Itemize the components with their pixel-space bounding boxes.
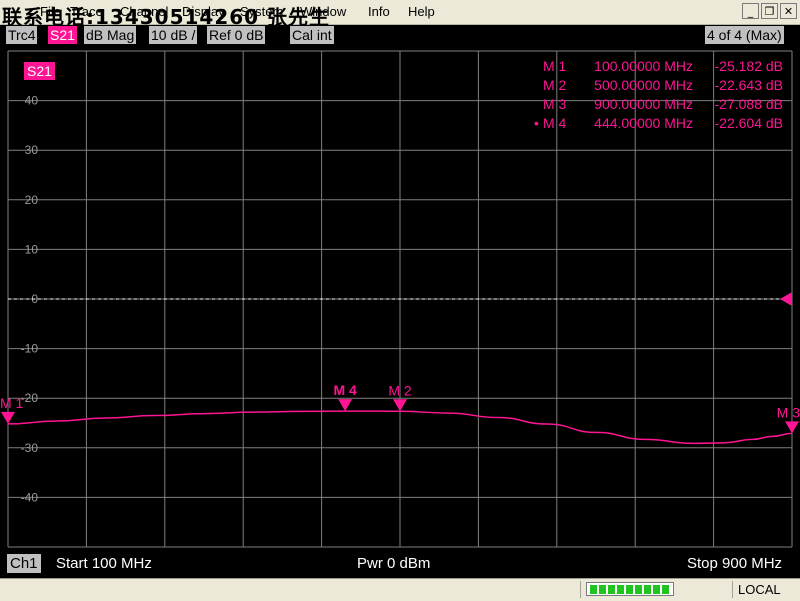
y-tick-label: -10 — [21, 342, 39, 356]
progress-segment — [599, 584, 606, 594]
marker-table-name: M 2 — [543, 77, 567, 93]
marker-table-value: -25.182 dB — [715, 58, 784, 74]
marker-table-value: -22.604 dB — [715, 115, 784, 131]
progress-segment — [644, 584, 651, 594]
progress-segment — [626, 584, 633, 594]
progress-segment — [662, 584, 669, 594]
status-divider — [580, 581, 581, 598]
marker-table-frequency: 900.00000 MHz — [594, 96, 693, 112]
marker-table-value: -22.643 dB — [715, 77, 784, 93]
marker-table-name: M 3 — [543, 96, 567, 112]
progress-segment — [590, 584, 597, 594]
menu-bar: File Trace Channel Display System Window… — [0, 0, 800, 29]
y-tick-label: -40 — [21, 490, 39, 504]
trace-reference[interactable]: Ref 0 dB — [207, 26, 266, 44]
marker-table: M 1 100.00000 MHz -25.182 dB M 2 500.00000 M… — [534, 58, 783, 131]
status-bar: LOCAL — [0, 578, 800, 601]
trace-plot: 403020100-10-20-30-40 S21 M 1M 2M 3M 4 M… — [0, 50, 800, 548]
trace-parameter[interactable]: S21 — [48, 26, 77, 44]
marker-label: M 3 — [777, 404, 800, 420]
marker-table-frequency: 500.00000 MHz — [594, 77, 693, 93]
progress-segment — [635, 584, 642, 594]
progress-segment — [617, 584, 624, 594]
y-tick-label: 20 — [25, 193, 39, 207]
trace-format[interactable]: dB Mag — [84, 26, 137, 44]
marker-table-frequency: 100.00000 MHz — [594, 58, 693, 74]
marker-label: M 1 — [0, 395, 24, 411]
y-tick-label: -30 — [21, 441, 39, 455]
window-controls: _ ❐ ✕ — [742, 3, 797, 19]
cal-status[interactable]: Cal int — [290, 26, 334, 44]
marker-table-name: M 1 — [543, 58, 567, 74]
progress-indicator — [586, 582, 674, 596]
trace-header: Trc4 S21 dB Mag 10 dB / Ref 0 dB Cal int… — [0, 25, 800, 45]
start-frequency[interactable]: Start 100 MHz — [56, 555, 152, 572]
window-count: 4 of 4 (Max) — [705, 26, 784, 44]
progress-segment — [608, 584, 615, 594]
marker-label: M 2 — [388, 382, 412, 398]
marker-triangle — [785, 421, 799, 434]
reference-level-arrow — [780, 292, 792, 306]
channel-label[interactable]: Ch1 — [7, 554, 41, 573]
trace-scale[interactable]: 10 dB / — [149, 26, 198, 44]
trace-name[interactable]: Trc4 — [6, 26, 38, 44]
marker-label: M 4 — [333, 382, 357, 398]
y-tick-label: 40 — [25, 94, 39, 108]
status-divider — [732, 581, 733, 598]
y-tick-label: 30 — [25, 143, 39, 157]
param-tag: S21 — [24, 62, 55, 80]
marker-table-name: M 4 — [543, 115, 567, 131]
chart-area: 40 30 20 10 0 -10 -20 -30 -40 S21 M 1M 2M 3M 4 M… — [0, 46, 800, 550]
active-marker-dot: • — [534, 115, 539, 131]
param-tag-label: S21 — [27, 63, 52, 79]
remote-mode-status: LOCAL — [738, 582, 781, 597]
menu-help[interactable]: Help — [408, 4, 435, 19]
power-level[interactable]: Pwr 0 dBm — [357, 555, 430, 572]
channel-footer: Ch1 Start 100 MHz Pwr 0 dBm Stop 900 MHz — [0, 550, 800, 578]
close-button[interactable]: ✕ — [780, 3, 797, 19]
progress-segment — [653, 584, 660, 594]
marker-triangle — [338, 399, 353, 412]
restore-button[interactable]: ❐ — [761, 3, 778, 19]
stop-frequency[interactable]: Stop 900 MHz — [687, 555, 782, 572]
y-tick-label: 10 — [25, 242, 39, 256]
minimize-button[interactable]: _ — [742, 3, 759, 19]
menu-info[interactable]: Info — [368, 4, 390, 19]
marker-triangle — [393, 399, 407, 412]
marker-table-frequency: 444.00000 MHz — [594, 115, 693, 131]
marker-table-value: -27.088 dB — [715, 96, 784, 112]
marker-triangle — [1, 411, 15, 424]
